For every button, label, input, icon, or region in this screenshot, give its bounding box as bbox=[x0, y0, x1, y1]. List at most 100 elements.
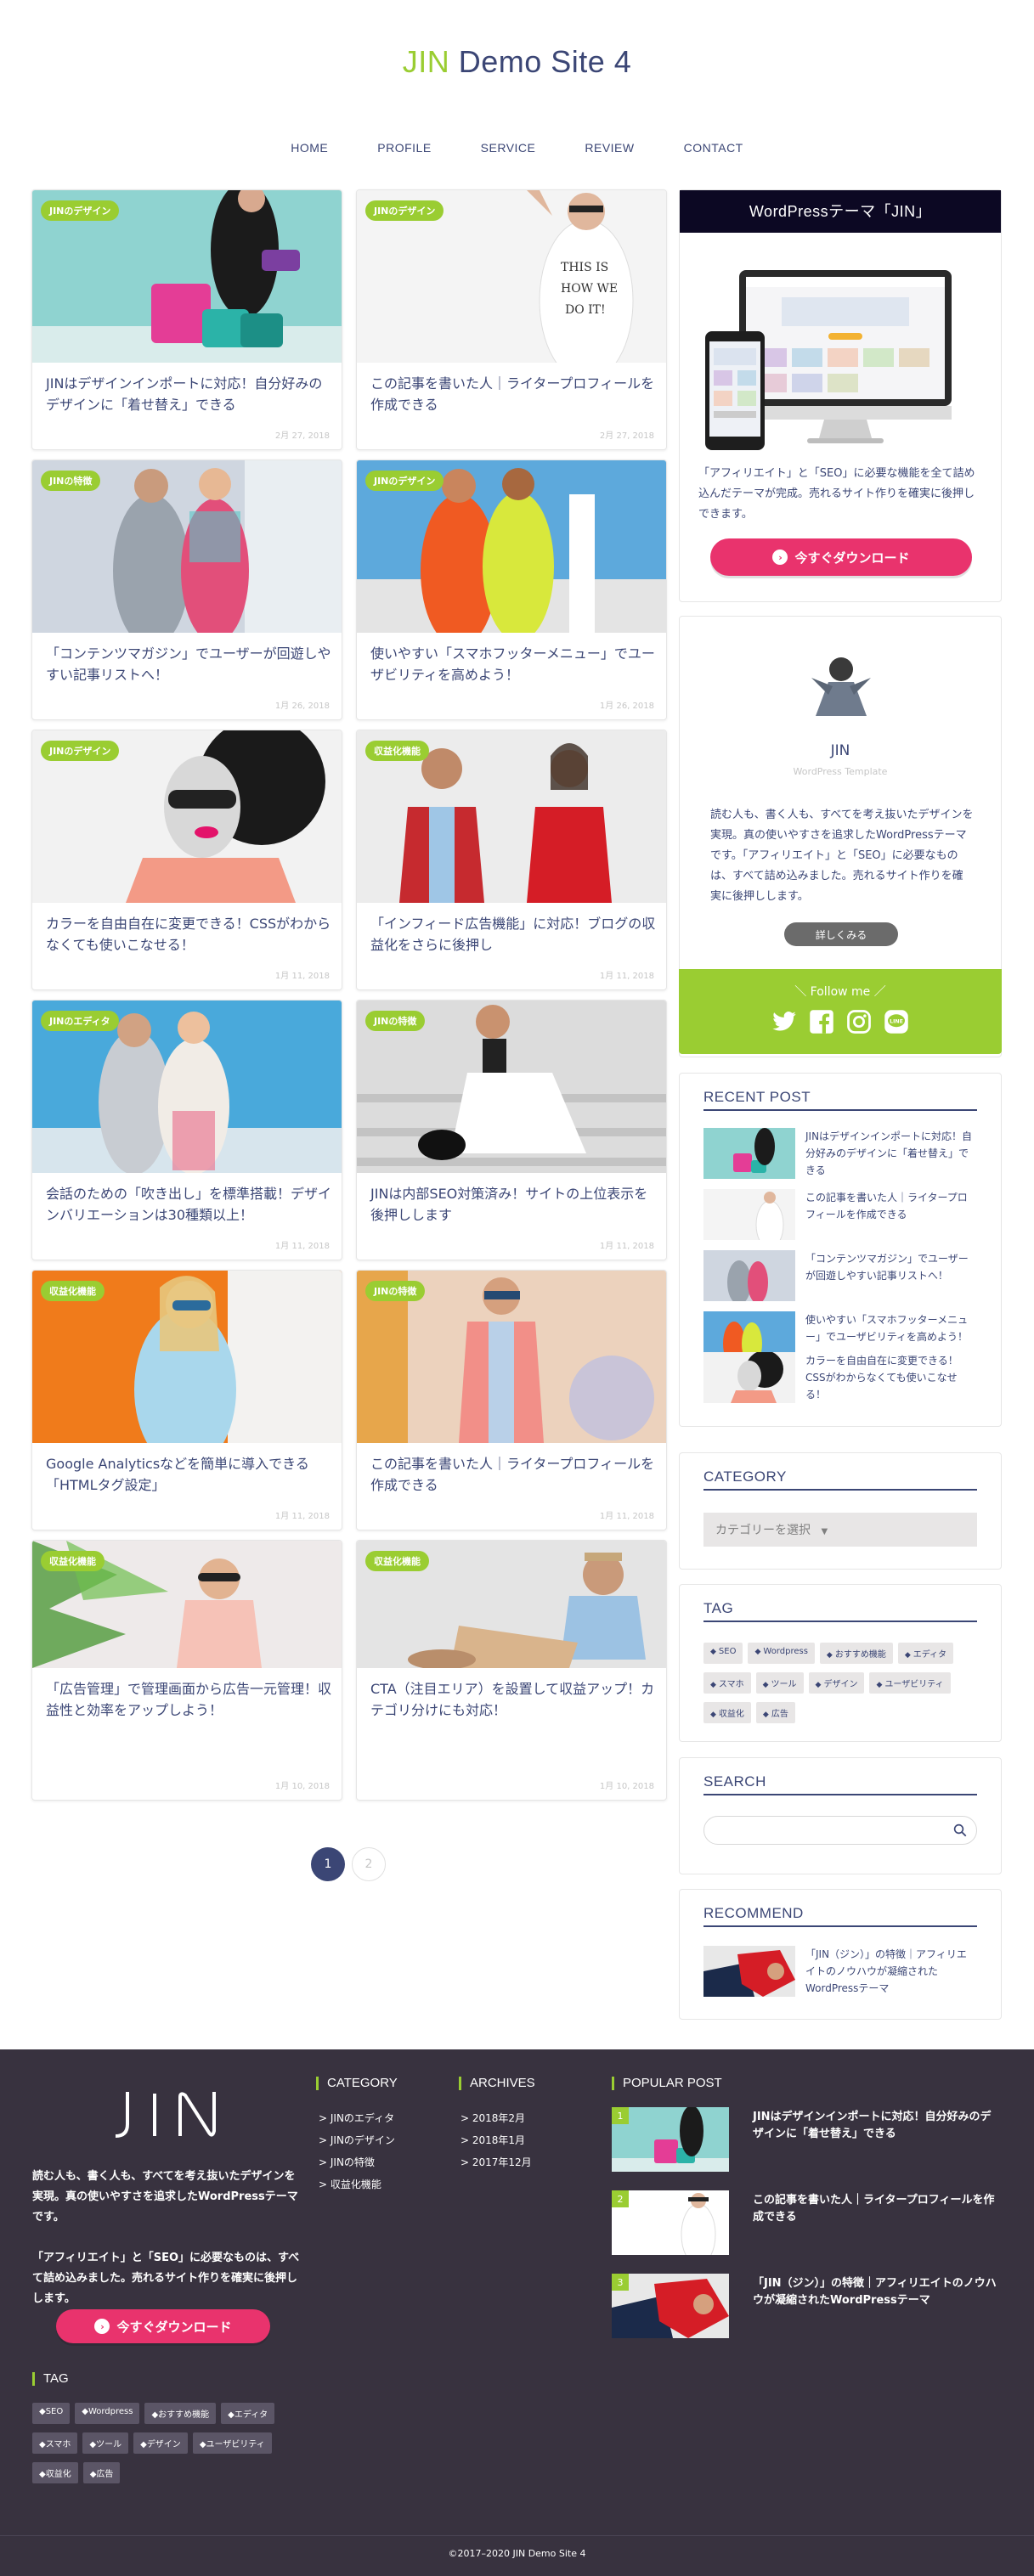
popular-post-item[interactable]: 1 JINはデザインインポートに対応！自分好みのデザインに「着せ替え」できる bbox=[612, 2107, 1003, 2175]
footer-tag-item[interactable]: ◆ツール bbox=[82, 2432, 129, 2454]
category-badge[interactable]: 収益化機能 bbox=[41, 1551, 105, 1571]
tag-item[interactable]: ◆ ツール bbox=[755, 1672, 804, 1694]
twitter-icon[interactable] bbox=[771, 1008, 798, 1035]
footer-archive-link[interactable]: > 2018年1月 bbox=[460, 2133, 525, 2147]
post-card[interactable]: JINのデザイン 使いやすい「スマホフッターメニュー」でユーザビリティを高めよう… bbox=[356, 459, 667, 720]
popular-post-text[interactable]: この記事を書いた人｜ライタープロフィールを作成できる bbox=[753, 2192, 999, 2226]
recent-post-thumb[interactable] bbox=[703, 1352, 795, 1403]
post-title[interactable]: CTA（注目エリア）を設置して収益アップ！カテゴリ分けにも対応！ bbox=[370, 1678, 656, 1721]
footer-tag-item[interactable]: ◆おすすめ機能 bbox=[144, 2403, 217, 2424]
category-badge[interactable]: JINの特徴 bbox=[365, 1011, 426, 1031]
category-badge[interactable]: 収益化機能 bbox=[365, 741, 429, 761]
recent-post-item[interactable]: カラーを自由自在に変更できる！CSSがわからなくても使いこなせる！ bbox=[703, 1352, 977, 1403]
popular-post-thumb[interactable] bbox=[612, 2190, 729, 2255]
tag-item[interactable]: ◆ デザイン bbox=[808, 1672, 865, 1694]
post-title[interactable]: 「広告管理」で管理画面から広告一元管理！収益性と効率をアップしよう！ bbox=[46, 1678, 331, 1721]
post-title[interactable]: Google Analyticsなどを簡単に導入できる「HTMLタグ設定」 bbox=[46, 1453, 331, 1496]
recent-post-text[interactable]: カラーを自由自在に変更できる！CSSがわからなくても使いこなせる！ bbox=[805, 1352, 975, 1403]
recent-post-item[interactable]: 「コンテンツマガジン」でユーザーが回遊しやすい記事リストへ！ bbox=[703, 1250, 977, 1301]
footer-tag-item[interactable]: ◆ユーザビリティ bbox=[192, 2432, 272, 2454]
recent-post-thumb[interactable] bbox=[703, 1128, 795, 1179]
tag-item[interactable]: ◆ Wordpress bbox=[748, 1643, 815, 1664]
popular-post-text[interactable]: 「JIN（ジン）」の特徴｜アフィリエイトのノウハウが凝縮されたWordPress… bbox=[753, 2275, 999, 2309]
tag-item[interactable]: ◆ エディタ bbox=[897, 1643, 954, 1664]
post-title[interactable]: JINは内部SEO対策済み！サイトの上位表示を後押しします bbox=[370, 1183, 656, 1226]
category-badge[interactable]: JINのデザイン bbox=[365, 200, 444, 221]
nav-review[interactable]: REVIEW bbox=[585, 141, 634, 155]
footer-category-link[interactable]: > JINのエディタ bbox=[319, 2111, 394, 2125]
post-card[interactable]: JINの特徴 JINは内部SEO対策済み！サイトの上位表示を後押しします 1月 … bbox=[356, 1000, 667, 1260]
download-button[interactable]: › 今すぐダウンロード bbox=[710, 538, 972, 576]
category-badge[interactable]: JINの特徴 bbox=[41, 471, 101, 491]
recent-post-text[interactable]: 「コンテンツマガジン」でユーザーが回遊しやすい記事リストへ！ bbox=[805, 1250, 975, 1284]
category-badge[interactable]: JINのエディタ bbox=[41, 1011, 119, 1031]
tag-item[interactable]: ◆ 収益化 bbox=[703, 1702, 751, 1723]
recent-post-thumb[interactable] bbox=[703, 1189, 795, 1240]
site-title[interactable]: JIN Demo Site 4 bbox=[0, 44, 1034, 80]
post-title[interactable]: 会話のための「吹き出し」を標準搭載！デザインバリエーションは30種類以上！ bbox=[46, 1183, 331, 1226]
page-next[interactable]: 2 bbox=[352, 1847, 386, 1881]
footer-download-button[interactable]: › 今すぐダウンロード bbox=[56, 2309, 270, 2343]
search-icon[interactable] bbox=[952, 1823, 968, 1841]
recent-post-item[interactable]: この記事を書いた人｜ライタープロフィールを作成できる bbox=[703, 1189, 977, 1240]
post-title[interactable]: この記事を書いた人｜ライタープロフィールを作成できる bbox=[370, 1453, 656, 1496]
nav-service[interactable]: SERVICE bbox=[481, 141, 536, 155]
recommend-thumb[interactable] bbox=[703, 1946, 795, 1997]
facebook-icon[interactable] bbox=[808, 1008, 835, 1035]
footer-category-link[interactable]: > JINのデザイン bbox=[319, 2133, 395, 2147]
recent-post-text[interactable]: この記事を書いた人｜ライタープロフィールを作成できる bbox=[805, 1189, 975, 1223]
footer-category-link[interactable]: > 収益化機能 bbox=[319, 2177, 381, 2191]
category-badge[interactable]: JINの特徴 bbox=[365, 1281, 426, 1301]
tag-item[interactable]: ◆ スマホ bbox=[703, 1672, 751, 1694]
footer-tag-item[interactable]: ◆Wordpress bbox=[75, 2403, 140, 2424]
post-title[interactable]: JINはデザインインポートに対応！自分好みのデザインに「着せ替え」できる bbox=[46, 373, 331, 415]
footer-tag-item[interactable]: ◆デザイン bbox=[133, 2432, 188, 2454]
footer-tag-item[interactable]: ◆スマホ bbox=[32, 2432, 78, 2454]
recent-post-thumb[interactable] bbox=[703, 1250, 795, 1301]
footer-archive-link[interactable]: > 2018年2月 bbox=[460, 2111, 525, 2125]
popular-post-item[interactable]: 3 「JIN（ジン）」の特徴｜アフィリエイトのノウハウが凝縮されたWordPre… bbox=[612, 2274, 1003, 2342]
category-badge[interactable]: JINのデザイン bbox=[41, 200, 120, 221]
post-title[interactable]: カラーを自由自在に変更できる！CSSがわからなくても使いこなせる！ bbox=[46, 913, 331, 955]
footer-tag-item[interactable]: ◆SEO bbox=[32, 2403, 71, 2424]
popular-post-thumb[interactable] bbox=[612, 2274, 729, 2338]
post-title[interactable]: 「インフィード広告機能」に対応！ブログの収益化をさらに後押し bbox=[370, 913, 656, 955]
recent-post-text[interactable]: 使いやすい「スマホフッターメニュー」でユーザビリティを高めよう！ bbox=[805, 1311, 975, 1345]
footer-logo[interactable] bbox=[110, 2088, 229, 2139]
popular-post-item[interactable]: 2 この記事を書いた人｜ライタープロフィールを作成できる bbox=[612, 2190, 1003, 2258]
post-card[interactable]: JINのデザイン カラーを自由自在に変更できる！CSSがわからなくても使いこなせ… bbox=[31, 730, 342, 990]
profile-more-button[interactable]: 詳しくみる bbox=[784, 922, 898, 946]
line-icon[interactable]: LINE bbox=[883, 1008, 910, 1035]
footer-tag-item[interactable]: ◆エディタ bbox=[221, 2403, 275, 2424]
category-badge[interactable]: 収益化機能 bbox=[41, 1281, 105, 1301]
search-input[interactable] bbox=[703, 1816, 977, 1845]
category-badge[interactable]: JINのデザイン bbox=[41, 741, 120, 761]
device-mockup-image[interactable] bbox=[705, 263, 977, 462]
footer-tag-item[interactable]: ◆収益化 bbox=[32, 2462, 78, 2483]
popular-post-text[interactable]: JINはデザインインポートに対応！自分好みのデザインに「着せ替え」できる bbox=[753, 2109, 999, 2143]
popular-post-thumb[interactable] bbox=[612, 2107, 729, 2172]
recommend-item[interactable]: 「JIN（ジン）」の特徴｜アフィリエイトのノウハウが凝縮されたWordPress… bbox=[703, 1946, 977, 1997]
post-card[interactable]: 収益化機能 「インフィード広告機能」に対応！ブログの収益化をさらに後押し 1月 … bbox=[356, 730, 667, 990]
recent-post-item[interactable]: JINはデザインインポートに対応！自分好みのデザインに「着せ替え」できる bbox=[703, 1128, 977, 1179]
post-card[interactable]: 収益化機能 「広告管理」で管理画面から広告一元管理！収益性と効率をアップしよう！… bbox=[31, 1540, 342, 1801]
post-card[interactable]: JINのデザイン JINはデザインインポートに対応！自分好みのデザインに「着せ替… bbox=[31, 189, 342, 450]
category-badge[interactable]: JINのデザイン bbox=[365, 471, 444, 491]
tag-item[interactable]: ◆ 広告 bbox=[755, 1702, 795, 1723]
recent-post-text[interactable]: JINはデザインインポートに対応！自分好みのデザインに「着せ替え」できる bbox=[805, 1128, 975, 1179]
tag-item[interactable]: ◆ おすすめ機能 bbox=[819, 1643, 893, 1664]
footer-archive-link[interactable]: > 2017年12月 bbox=[460, 2155, 532, 2169]
post-card[interactable]: THIS IS HOW WE DO IT! JINのデザイン この記事を書いた人｜ラ… bbox=[356, 189, 667, 450]
post-card[interactable]: 収益化機能 Google Analyticsなどを簡単に導入できる「HTMLタグ… bbox=[31, 1270, 342, 1530]
nav-home[interactable]: HOME bbox=[291, 141, 328, 155]
category-badge[interactable]: 収益化機能 bbox=[365, 1551, 429, 1571]
tag-item[interactable]: ◆ ユーザビリティ bbox=[869, 1672, 951, 1694]
nav-contact[interactable]: CONTACT bbox=[684, 141, 743, 155]
nav-profile[interactable]: PROFILE bbox=[377, 141, 431, 155]
footer-tag-item[interactable]: ◆広告 bbox=[82, 2462, 121, 2483]
post-title[interactable]: 使いやすい「スマホフッターメニュー」でユーザビリティを高めよう！ bbox=[370, 643, 656, 685]
category-select[interactable]: カテゴリーを選択 ▼ bbox=[703, 1513, 977, 1547]
post-title[interactable]: この記事を書いた人｜ライタープロフィールを作成できる bbox=[370, 373, 656, 415]
post-card[interactable]: 収益化機能 CTA（注目エリア）を設置して収益アップ！カテゴリ分けにも対応！ 1… bbox=[356, 1540, 667, 1801]
post-card[interactable]: JINの特徴 この記事を書いた人｜ライタープロフィールを作成できる 1月 11,… bbox=[356, 1270, 667, 1530]
